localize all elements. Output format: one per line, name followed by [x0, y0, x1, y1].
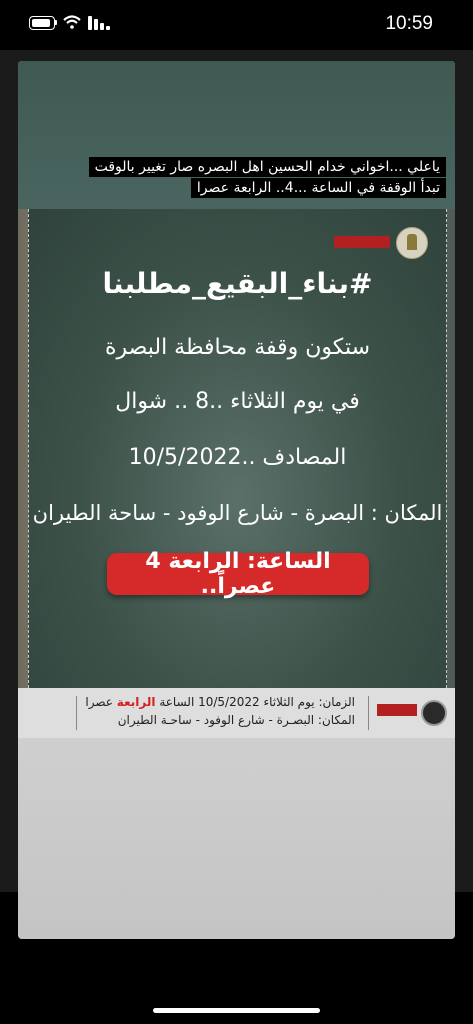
status-time: 10:59	[385, 13, 433, 34]
poster-line-date: المصادف ..10/5/2022	[128, 445, 347, 470]
caption-line-1: ياعلي ...اخواني خدام الحسين اهل البصره ص…	[88, 157, 446, 177]
event-poster: #بناء_البقيع_مطلبنا ستكون وقفة محافظة ال…	[28, 209, 447, 688]
story-viewer[interactable]: ياعلي ...اخواني خدام الحسين اهل البصره ص…	[0, 50, 473, 939]
time-badge-text: الساعة: الرابعة 4 عصراً..	[145, 549, 331, 599]
poster-line-event: ستكون وقفة محافظة البصرة	[104, 335, 371, 360]
shrine-logo-icon	[421, 700, 447, 726]
status-bar: 10:59	[0, 0, 473, 50]
time-badge: الساعة: الرابعة 4 عصراً..	[107, 549, 369, 599]
info-divider	[368, 696, 369, 730]
caption-line-2: تبدأ الوقفة في الساعة ...4.. الرابعة عصر…	[190, 178, 446, 198]
story-lower-area	[18, 738, 455, 939]
story-card[interactable]: ياعلي ...اخواني خدام الحسين اهل البصره ص…	[18, 61, 455, 939]
home-indicator[interactable]	[153, 1008, 320, 1013]
info-time-highlight: الرابعة	[116, 695, 156, 709]
wifi-icon	[63, 15, 81, 29]
info-text: الزمان: يوم الثلاثاء 10/5/2022 الساعة ال…	[85, 693, 355, 729]
campaign-logo-small-icon	[377, 704, 417, 716]
battery-tip	[55, 20, 57, 25]
info-place: المكان: البصـرة - شارع الوفود - ساحـة ال…	[117, 713, 355, 727]
poster-line-day: في يوم الثلاثاء ..8 .. شوال	[115, 389, 360, 414]
poster-logo	[332, 227, 428, 259]
info-bar: الزمان: يوم الثلاثاء 10/5/2022 الساعة ال…	[18, 688, 455, 738]
campaign-logo-icon	[334, 236, 390, 248]
signal-icon	[88, 16, 110, 30]
poster-hashtag: #بناء_البقيع_مطلبنا	[102, 267, 373, 300]
info-divider-left	[76, 696, 77, 730]
battery-icon	[29, 16, 55, 30]
info-time: الزمان: يوم الثلاثاء 10/5/2022 الساعة ال…	[85, 695, 355, 709]
shrine-emblem-icon	[396, 227, 428, 259]
story-caption: ياعلي ...اخواني خدام الحسين اهل البصره ص…	[88, 157, 446, 199]
poster-line-location: المكان : البصرة - شارع الوفود - ساحة الط…	[32, 501, 443, 525]
